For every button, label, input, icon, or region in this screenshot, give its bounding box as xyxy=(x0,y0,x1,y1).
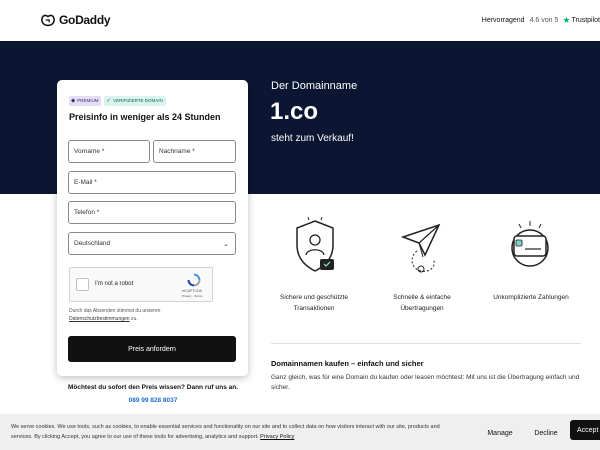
recaptcha-checkbox[interactable] xyxy=(76,278,89,291)
info-body: Ganz gleich, was für eine Domain du kauf… xyxy=(271,374,580,391)
call-prompt: Möchtest du sofort den Preis wissen? Dan… xyxy=(67,384,239,391)
premium-badge-label: PREMIUM xyxy=(77,98,99,103)
shield-user-icon xyxy=(296,216,334,272)
recaptcha-label: I'm not a robot xyxy=(95,281,134,287)
consent-prefix: Durch das Absenden stimmst du unseren xyxy=(69,308,161,314)
feature-secure-label: Sichere und geschützte Transaktionen xyxy=(280,294,348,312)
verified-badge-label: VERIFIZIERTE DOMAIN xyxy=(113,98,163,103)
diamond-icon: ◆ xyxy=(71,98,76,104)
privacy-link[interactable]: Datenschutzbestimmungen xyxy=(69,316,130,322)
phone-field[interactable]: Telefon * xyxy=(68,201,236,224)
credit-card-icon xyxy=(511,221,549,267)
header: GoDaddy Hervorragend 4.6 von 5 ★ Trustpi… xyxy=(0,0,600,41)
section-divider xyxy=(271,343,581,344)
check-circle-icon: ✓ xyxy=(106,98,112,104)
email-placeholder: E-Mail * xyxy=(74,179,97,186)
recaptcha-icon xyxy=(187,273,201,287)
phone-placeholder: Telefon * xyxy=(74,209,100,216)
cookie-banner: We serve cookies. We use tools, such as … xyxy=(0,414,600,450)
consent-text: Durch das Absenden stimmst du unseren Da… xyxy=(69,307,239,323)
first-name-field[interactable]: Vorname * xyxy=(68,140,150,163)
cookie-text: We serve cookies. We use tools, such as … xyxy=(11,422,456,442)
last-name-field[interactable]: Nachname * xyxy=(153,140,236,163)
verified-badge: ✓ VERIFIZIERTE DOMAIN xyxy=(104,96,166,106)
domain-name: 1.co xyxy=(270,98,319,125)
first-name-placeholder: Vorname * xyxy=(74,148,105,155)
chevron-down-icon: ⌄ xyxy=(223,240,229,248)
cookie-message: We serve cookies. We use tools, such as … xyxy=(11,424,440,440)
decline-cookies-button[interactable]: Decline xyxy=(524,424,568,442)
rating-label: Hervorragend xyxy=(481,17,525,24)
rating-score: 4.6 von 5 xyxy=(529,17,559,24)
request-price-button[interactable]: Preis anfordern xyxy=(68,336,236,362)
godaddy-logo[interactable]: GoDaddy xyxy=(40,13,111,27)
star-icon: ★ xyxy=(562,15,571,25)
country-select[interactable]: Deutschland ⌄ xyxy=(68,232,236,255)
recaptcha-links[interactable]: Privacy - Terms xyxy=(177,294,207,298)
recaptcha-brand: reCAPTCHA xyxy=(182,289,202,293)
premium-badge: ◆ PREMIUM xyxy=(69,96,102,106)
feature-payment-label: Unkomplizierte Zahlungen xyxy=(493,294,569,301)
phone-number-link[interactable]: 089 99 828 8037 xyxy=(61,397,245,404)
hero-subtitle: Der Domainname xyxy=(271,80,358,92)
privacy-policy-link[interactable]: Privacy Policy xyxy=(260,434,294,440)
paper-plane-icon xyxy=(400,223,441,273)
trustpilot-rating[interactable]: Hervorragend 4.6 von 5 ★ Trustpilot xyxy=(482,15,600,26)
manage-cookies-button[interactable]: Manage xyxy=(478,424,522,442)
price-request-form: ◆ PREMIUM ✓ VERIFIZIERTE DOMAIN Preisinf… xyxy=(57,80,248,376)
info-title: Domainnamen kaufen – einfach und sicher xyxy=(271,359,424,368)
email-field[interactable]: E-Mail * xyxy=(68,171,236,194)
recaptcha-widget: I'm not a robot reCAPTCHA Privacy - Term… xyxy=(69,267,213,302)
trustpilot-label: Trustpilot xyxy=(571,17,600,24)
form-title: Preisinfo in weniger als 24 Stunden xyxy=(69,112,221,122)
godaddy-logo-icon xyxy=(41,14,55,27)
consent-suffix: zu. xyxy=(130,316,138,322)
feature-transfer-label: Schnelle & einfache Übertragungen xyxy=(393,294,451,312)
logo-text: GoDaddy xyxy=(59,13,111,27)
for-sale-text: steht zum Verkauf! xyxy=(271,133,354,144)
accept-cookies-button[interactable]: Accept xyxy=(570,420,600,440)
last-name-placeholder: Nachname * xyxy=(159,148,195,155)
badges: ◆ PREMIUM ✓ VERIFIZIERTE DOMAIN xyxy=(69,96,166,106)
country-value: Deutschland xyxy=(74,240,111,247)
